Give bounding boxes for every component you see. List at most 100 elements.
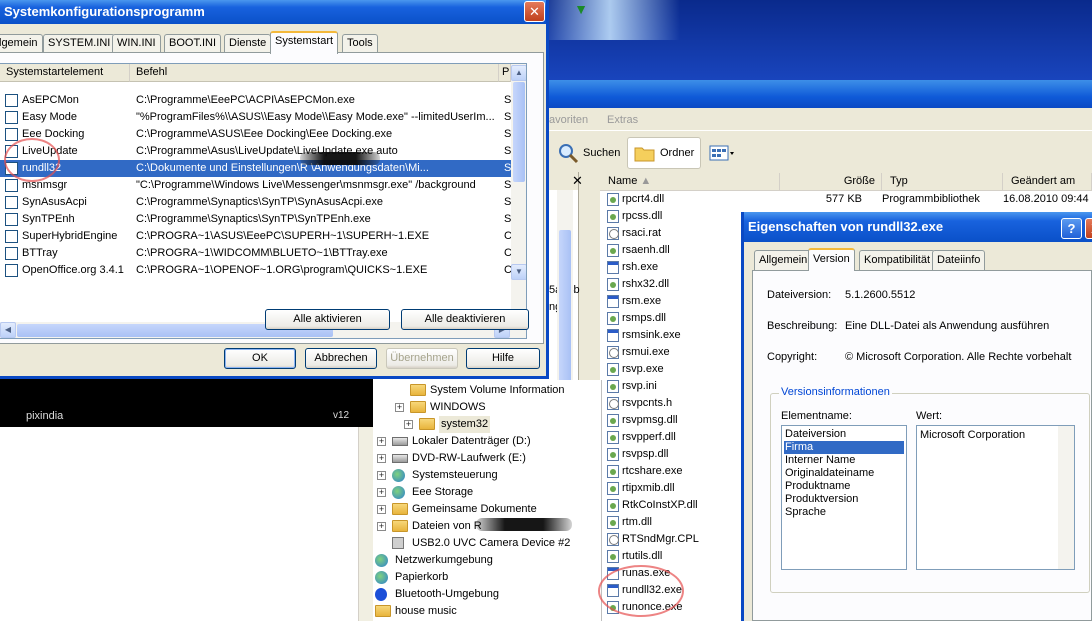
element-item[interactable]: Sprache: [784, 506, 904, 519]
column-startup-item[interactable]: Systemstartelement: [0, 64, 130, 82]
close-pane-icon[interactable]: ✕: [572, 173, 583, 189]
column-command[interactable]: Befehl: [130, 64, 499, 82]
startup-checkbox[interactable]: [5, 94, 18, 107]
tab-tools[interactable]: Tools: [342, 34, 378, 53]
expand-icon[interactable]: +: [377, 471, 386, 480]
file-name: RTSndMgr.CPL: [622, 533, 699, 545]
menu-extras[interactable]: Extras: [607, 114, 638, 126]
startup-checkbox[interactable]: [5, 230, 18, 243]
element-item[interactable]: Interner Name: [784, 454, 904, 467]
element-item[interactable]: Firma: [784, 441, 904, 454]
expand-icon[interactable]: +: [377, 488, 386, 497]
tree-item[interactable]: Netzwerkumgebung: [373, 552, 601, 569]
startup-row[interactable]: Easy Mode "%ProgramFiles%\\ASUS\\Easy Mod…: [0, 109, 511, 126]
apply-button[interactable]: Übernehmen: [386, 348, 458, 369]
startup-checkbox[interactable]: [5, 128, 18, 141]
tab-allgemein[interactable]: lgemein: [0, 34, 43, 53]
value-scrollbar[interactable]: [1058, 426, 1074, 569]
tab-systemstart[interactable]: Systemstart: [270, 31, 339, 54]
startup-row[interactable]: OpenOffice.org 3.4.1 C:\PROGRA~1\OPENOF~1…: [0, 262, 511, 279]
startup-item-location: C: [504, 262, 511, 279]
startup-row[interactable]: SuperHybridEngine C:\PROGRA~1\ASUS\EeePC\…: [0, 228, 511, 245]
scroll-left-icon[interactable]: ◀: [0, 322, 16, 338]
views-button[interactable]: [703, 137, 741, 169]
search-button[interactable]: Suchen: [551, 137, 626, 169]
enable-all-button[interactable]: Alle aktivieren: [265, 309, 390, 330]
tree-item[interactable]: + WINDOWS: [373, 399, 601, 416]
startup-item-name: OpenOffice.org 3.4.1: [22, 264, 124, 276]
element-item[interactable]: Dateiversion: [784, 428, 904, 441]
value-box[interactable]: Microsoft Corporation: [916, 425, 1075, 570]
tab-dateiinfo[interactable]: Dateiinfo: [932, 250, 986, 270]
tree-item[interactable]: + Lokaler Datenträger (D:): [373, 433, 601, 450]
help-button[interactable]: Hilfe: [466, 348, 540, 369]
expand-icon[interactable]: +: [377, 454, 386, 463]
startup-list: Systemstartelement Befehl P AsEPCMon C:\P…: [0, 63, 527, 339]
startup-checkbox[interactable]: [5, 247, 18, 260]
tree-item[interactable]: Papierkorb: [373, 569, 601, 586]
column-name[interactable]: Name ▲: [600, 173, 780, 191]
startup-row[interactable]: SynTPEnh C:\Programme\Synaptics\SynTP\Syn…: [0, 211, 511, 228]
tab-win-ini[interactable]: WIN.INI: [112, 34, 161, 53]
element-list[interactable]: Dateiversion Firma Interner Name Originalda…: [781, 425, 907, 570]
column-type[interactable]: Typ: [882, 173, 1003, 191]
column-size[interactable]: Größe: [780, 173, 882, 191]
tree-item[interactable]: + system32: [373, 416, 601, 433]
expand-icon[interactable]: +: [377, 505, 386, 514]
tree-item-label: WINDOWS: [430, 401, 486, 413]
tree-item[interactable]: + DVD-RW-Laufwerk (E:): [373, 450, 601, 467]
startup-checkbox[interactable]: [5, 196, 18, 209]
tree-item[interactable]: + Gemeinsame Dokumente: [373, 501, 601, 518]
tab-dienste[interactable]: Dienste: [224, 34, 272, 53]
tree-item[interactable]: System Volume Information: [373, 382, 601, 399]
tab-version[interactable]: Version: [808, 248, 855, 271]
disable-all-button[interactable]: Alle deaktivieren: [401, 309, 529, 330]
tree-item[interactable]: + Systemsteuerung: [373, 467, 601, 484]
startup-checkbox[interactable]: [5, 264, 18, 277]
tree-item[interactable]: house music: [373, 603, 601, 620]
startup-row[interactable]: BTTray C:\PROGRA~1\WIDCOMM\BLUETO~1\BTTra…: [0, 245, 511, 262]
globe-icon: [375, 554, 388, 567]
startup-row[interactable]: SynAsusAcpi C:\Programme\Synaptics\SynTP\…: [0, 194, 511, 211]
column-name-label: Name: [608, 175, 638, 187]
tree-item[interactable]: Bluetooth-Umgebung: [373, 586, 601, 603]
ok-button[interactable]: OK: [224, 348, 296, 369]
column-location[interactable]: P: [499, 64, 511, 82]
tab-allgemein[interactable]: Allgemein: [754, 250, 813, 270]
expand-icon[interactable]: +: [377, 437, 386, 446]
msconfig-close-button[interactable]: ✕: [524, 1, 545, 22]
expand-icon[interactable]: +: [377, 522, 386, 531]
tree-item[interactable]: USB2.0 UVC Camera Device #2: [373, 535, 601, 552]
startup-row[interactable]: Eee Docking C:\Programme\ASUS\Eee Docking…: [0, 126, 511, 143]
cancel-button[interactable]: Abbrechen: [305, 348, 377, 369]
startup-row[interactable]: rundll32 C:\Dokumente und Einstellungen\R…: [0, 160, 511, 177]
expand-icon[interactable]: +: [404, 420, 413, 429]
folders-button[interactable]: Ordner: [627, 137, 702, 169]
scroll-up-icon[interactable]: ▲: [511, 65, 526, 81]
element-item[interactable]: Produktversion: [784, 493, 904, 506]
startup-checkbox[interactable]: [5, 179, 18, 192]
folder-icon: [375, 605, 391, 617]
startup-row[interactable]: AsEPCMon C:\Programme\EeePC\ACPI\AsEPCMon…: [0, 92, 511, 109]
element-item[interactable]: Originaldateiname: [784, 467, 904, 480]
column-modified[interactable]: Geändert am: [1003, 173, 1092, 191]
help-button[interactable]: ?: [1061, 218, 1082, 239]
menu-favorites[interactable]: avoriten: [549, 114, 588, 126]
scroll-down-icon[interactable]: ▼: [511, 264, 526, 280]
media-window-scrollbar[interactable]: [358, 427, 373, 621]
element-item[interactable]: Produktname: [784, 480, 904, 493]
tree-item[interactable]: + Eee Storage: [373, 484, 601, 501]
tab-system-ini[interactable]: SYSTEM.INI: [43, 34, 116, 53]
file-row[interactable]: rpcrt4.dll 577 KB Programmbibliothek 16.08.…: [600, 191, 1092, 208]
startup-vscrollbar[interactable]: ▲ ▼: [511, 64, 526, 338]
startup-checkbox[interactable]: [5, 111, 18, 124]
copyright-value: © Microsoft Corporation. Alle Rechte vor…: [845, 351, 1072, 363]
startup-row[interactable]: msnmsgr "C:\Programme\Windows Live\Messen…: [0, 177, 511, 194]
expand-icon[interactable]: +: [395, 403, 404, 412]
startup-vscroll-thumb[interactable]: [513, 82, 525, 182]
tab-kompatibilitaet[interactable]: Kompatibilität: [859, 250, 936, 270]
startup-row[interactable]: LiveUpdate C:\Programme\Asus\LiveUpdate\L…: [0, 143, 511, 160]
close-button[interactable]: X: [1085, 218, 1092, 239]
tab-boot-ini[interactable]: BOOT.INI: [164, 34, 222, 53]
startup-checkbox[interactable]: [5, 213, 18, 226]
